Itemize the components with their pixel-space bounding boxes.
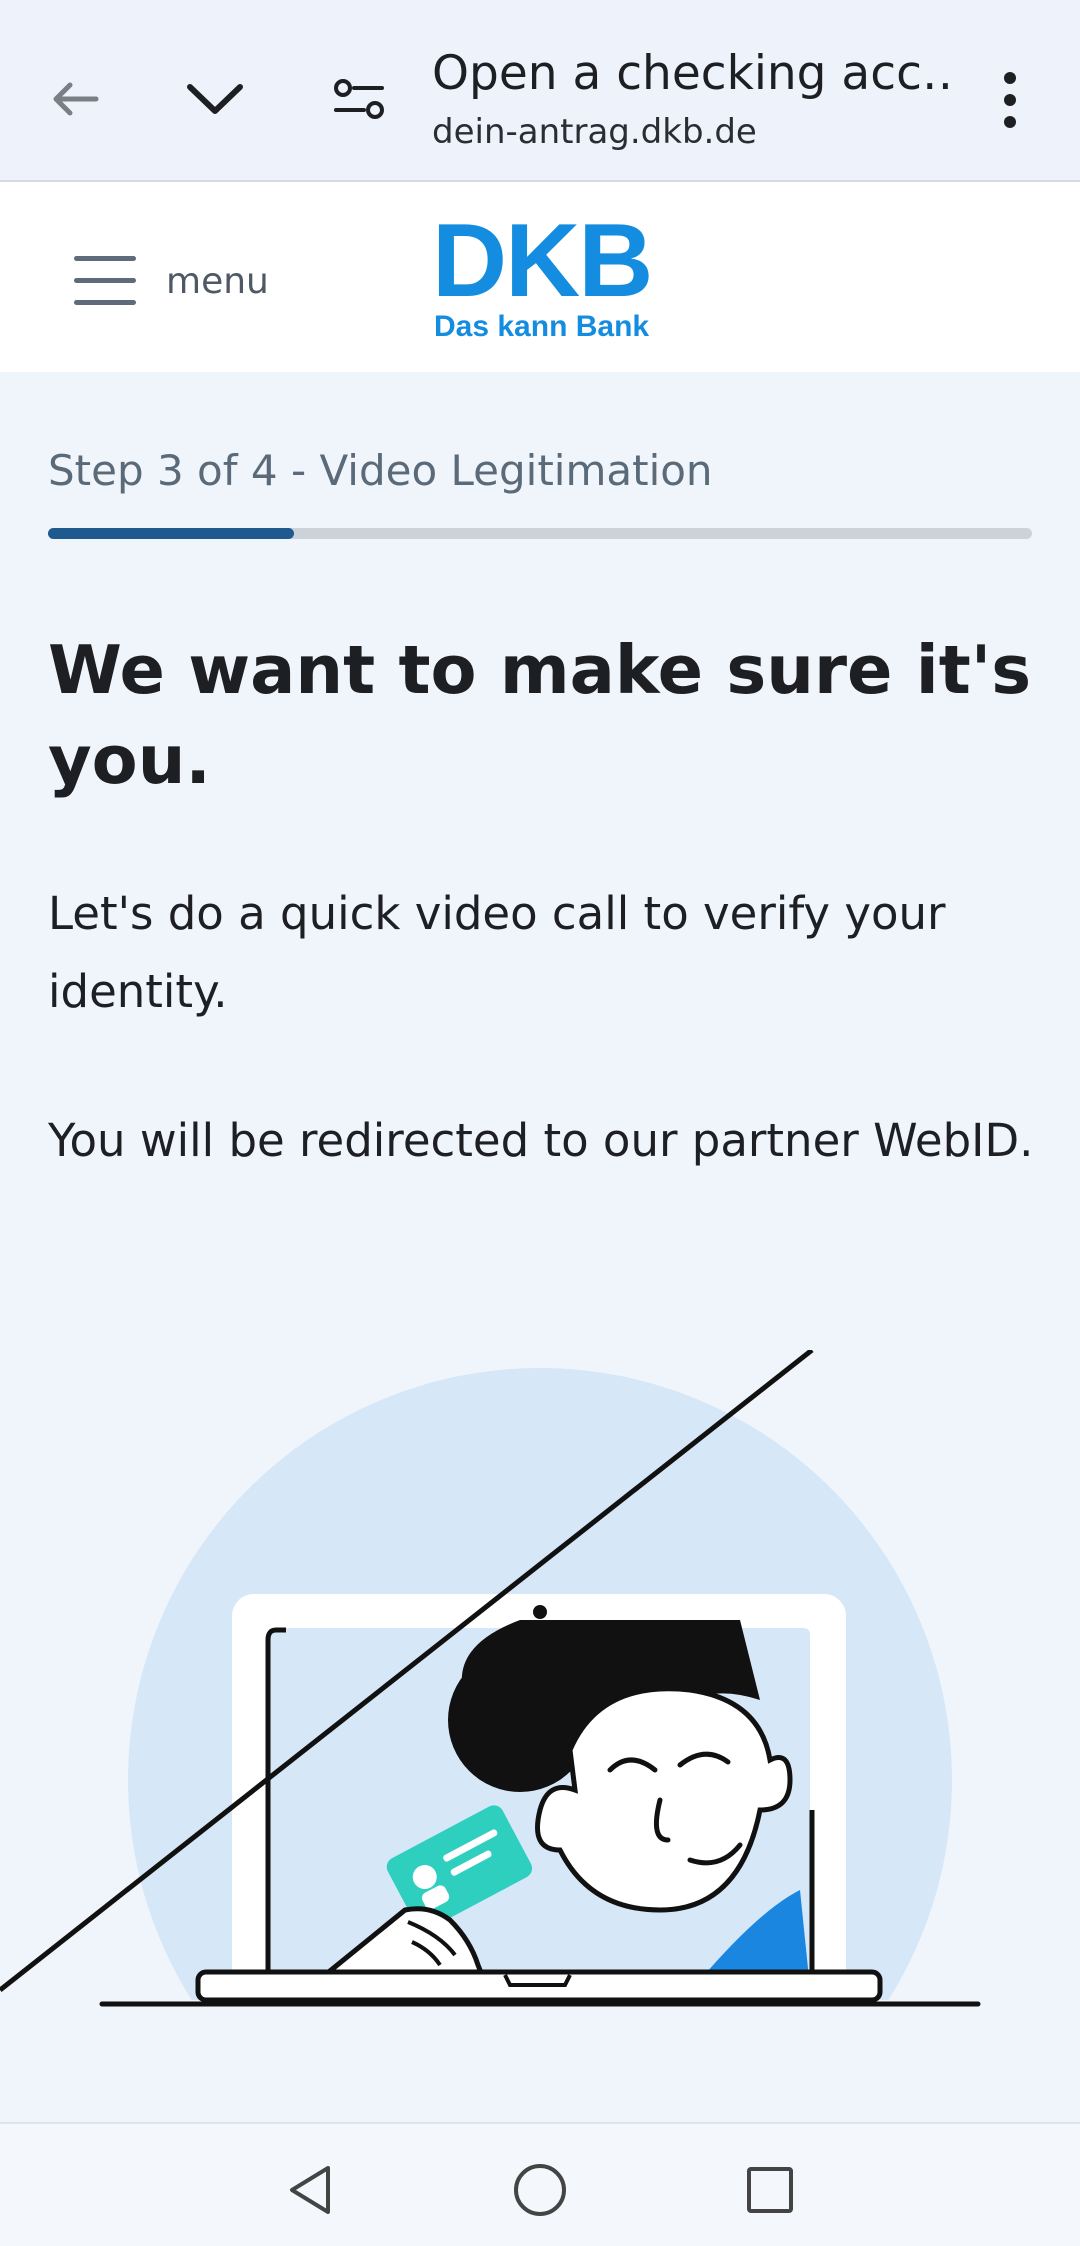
circle-home-icon[interactable] bbox=[500, 2150, 580, 2230]
progress-fill bbox=[48, 528, 294, 539]
logo-tagline: Das kann Bank bbox=[434, 310, 650, 343]
chevron-down-icon[interactable] bbox=[180, 64, 250, 134]
browser-toolbar: Open a checking acc… dein-antrag.dkb.de bbox=[0, 0, 1080, 182]
hamburger-icon bbox=[74, 256, 136, 306]
menu-label: menu bbox=[166, 260, 269, 302]
page-title: We want to make sure it's you. bbox=[48, 631, 1032, 799]
triangle-back-icon[interactable] bbox=[270, 2150, 350, 2230]
menu-button[interactable]: menu bbox=[74, 246, 269, 316]
browser-tab-title[interactable]: Open a checking acc… bbox=[432, 46, 952, 101]
video-call-illustration bbox=[0, 1348, 1080, 2192]
progress-bar bbox=[48, 528, 1032, 539]
square-recent-icon[interactable] bbox=[730, 2150, 810, 2230]
system-nav-bar bbox=[0, 2122, 1080, 2246]
more-vert-icon[interactable] bbox=[980, 60, 1040, 140]
tune-icon[interactable] bbox=[325, 64, 395, 134]
step-label: Step 3 of 4 - Video Legitimation bbox=[48, 446, 713, 495]
dkb-logo[interactable]: DKB Das kann Bank bbox=[432, 203, 653, 344]
back-arrow-icon[interactable] bbox=[40, 64, 110, 134]
redirect-notice: You will be redirected to our partner We… bbox=[48, 1114, 1034, 1167]
intro-text: Let's do a quick video call to verify yo… bbox=[48, 887, 946, 1018]
logo-wordmark: DKB bbox=[432, 203, 653, 319]
browser-url[interactable]: dein-antrag.dkb.de bbox=[432, 112, 757, 152]
site-header: menu DKB Das kann Bank bbox=[0, 182, 1080, 372]
